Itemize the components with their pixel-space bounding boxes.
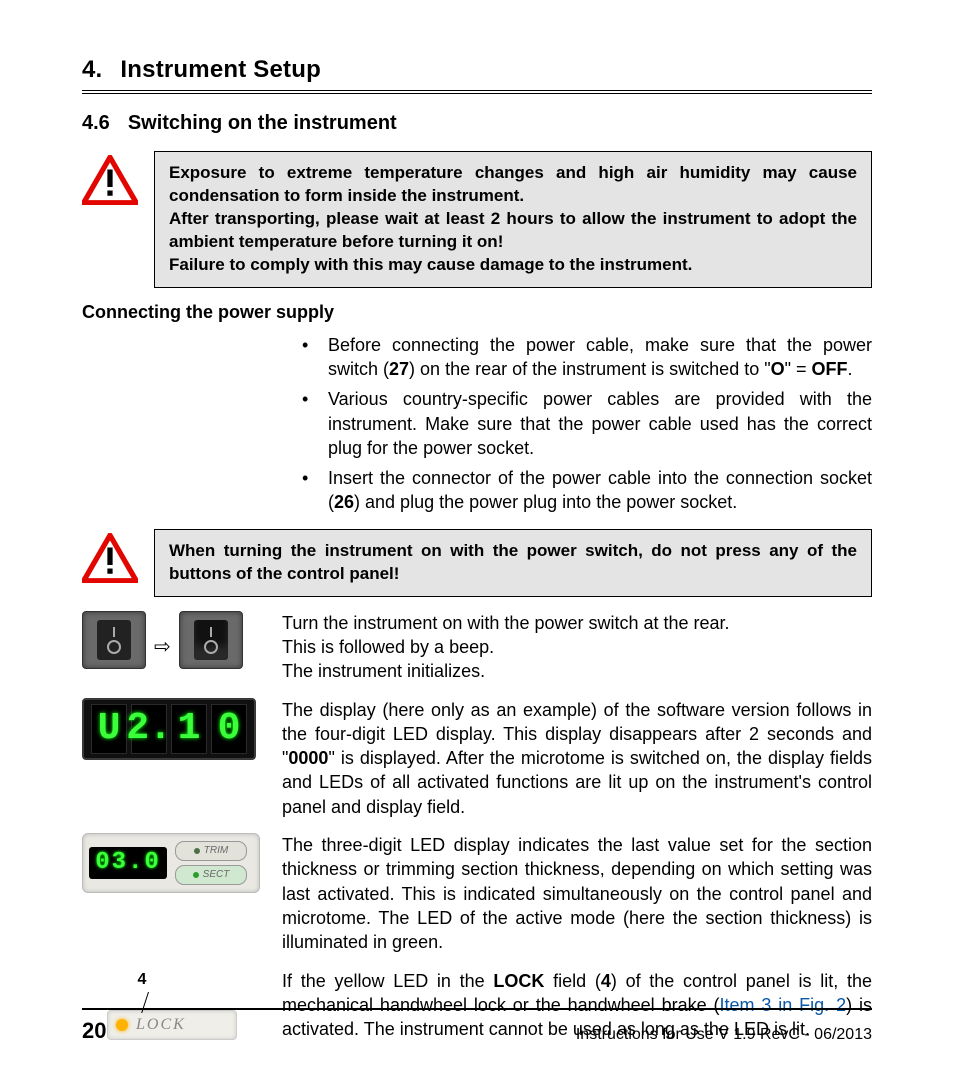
bullet-item: • Various country-specific power cables …: [302, 387, 872, 460]
subheading-power-supply: Connecting the power supply: [82, 302, 872, 323]
warning-condensation: Exposure to extreme temperature changes …: [82, 151, 872, 288]
callout-number: 4: [138, 969, 147, 991]
led-segment: 2.: [131, 704, 167, 754]
power-switch-on-icon: [179, 611, 243, 669]
led-4digit-display: U 2. 1 0: [82, 698, 256, 760]
warning-box: Exposure to extreme temperature changes …: [154, 151, 872, 288]
warning-box: When turning the instrument on with the …: [154, 529, 872, 597]
bullet-dot-icon: •: [302, 466, 314, 515]
bullet-text: Various country-specific power cables ar…: [328, 387, 872, 460]
figure-led3: 03.0 TRIM SECT: [82, 833, 262, 954]
section-number: 4.6: [82, 112, 110, 135]
warning-text: Exposure to extreme temperature changes …: [169, 162, 857, 208]
paragraph-text: The three-digit LED display indicates th…: [282, 833, 872, 954]
bullet-dot-icon: •: [302, 333, 314, 382]
power-switch-off-icon: [82, 611, 146, 669]
paragraph-text: The display (here only as an example) of…: [282, 698, 872, 819]
paragraph-version-display: U 2. 1 0 The display (here only as an ex…: [82, 698, 872, 819]
paragraph-power-on: ⇨ Turn the instrument on with the power …: [82, 611, 872, 684]
warning-control-panel: When turning the instrument on with the …: [82, 529, 872, 597]
chapter-heading: 4. Instrument Setup: [82, 56, 872, 94]
led-3digit-panel: 03.0 TRIM SECT: [82, 833, 260, 893]
bullet-list: • Before connecting the power cable, mak…: [302, 333, 872, 515]
warning-text: After transporting, please wait at least…: [169, 208, 857, 254]
chapter-number: 4.: [82, 56, 102, 84]
arrow-right-icon: ⇨: [154, 634, 171, 661]
section-title: Switching on the instrument: [128, 112, 397, 135]
footer-text: Instructions for Use V 1.9 RevC - 06/201…: [576, 1026, 872, 1044]
led-segment: U: [91, 704, 127, 754]
page-number: 20: [82, 1018, 106, 1044]
led-3digit-display: 03.0: [89, 847, 167, 879]
page-footer: 20 Instructions for Use V 1.9 RevC - 06/…: [82, 1008, 872, 1044]
section-heading: 4.6 Switching on the instrument: [82, 112, 872, 135]
sect-button: SECT: [175, 865, 247, 885]
paragraph-three-digit: 03.0 TRIM SECT The three-digit LED displ…: [82, 833, 872, 954]
bullet-item: • Insert the connector of the power cabl…: [302, 466, 872, 515]
warning-icon: [82, 529, 138, 588]
led-segment: 0: [211, 704, 247, 754]
led-segment: 1: [171, 704, 207, 754]
figure-led4: U 2. 1 0: [82, 698, 262, 819]
bullet-dot-icon: •: [302, 387, 314, 460]
figure-power-switch: ⇨: [82, 611, 262, 684]
bullet-text: Before connecting the power cable, make …: [328, 333, 872, 382]
chapter-title: Instrument Setup: [120, 56, 321, 84]
bullet-text: Insert the connector of the power cable …: [328, 466, 872, 515]
warning-icon: [82, 151, 138, 210]
bullet-item: • Before connecting the power cable, mak…: [302, 333, 872, 382]
warning-text: Failure to comply with this may cause da…: [169, 254, 857, 277]
paragraph-text: Turn the instrument on with the power sw…: [282, 611, 872, 684]
trim-button: TRIM: [175, 841, 247, 861]
